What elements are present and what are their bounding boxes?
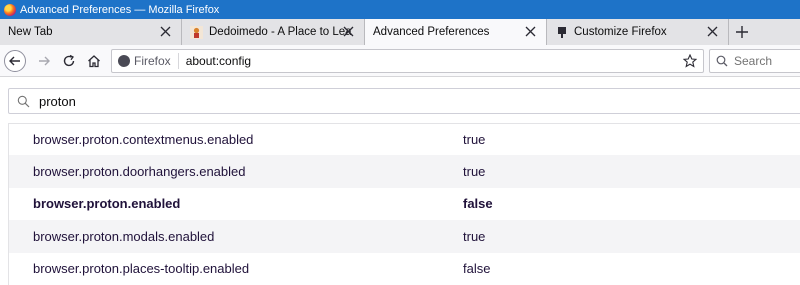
tab-advanced-preferences[interactable]: Advanced Preferences — [365, 19, 547, 45]
tab-label: New Tab — [8, 26, 53, 38]
reload-icon — [63, 54, 75, 67]
back-button[interactable] — [4, 50, 26, 72]
close-tab-icon[interactable] — [158, 24, 173, 39]
window-title: Advanced Preferences — Mozilla Firefox — [20, 3, 220, 16]
firefox-identity-icon — [118, 55, 130, 67]
config-search-value: proton — [39, 93, 76, 109]
puzzle-icon — [555, 26, 568, 39]
table-row[interactable]: browser.proton.doorhangers.enabled true — [8, 155, 800, 188]
search-icon — [716, 55, 728, 67]
table-row[interactable]: browser.proton.enabled false — [8, 187, 800, 221]
tab-customize-firefox[interactable]: Customize Firefox — [547, 19, 729, 45]
tab-strip: New Tab Dedoimedo - A Place to Learn Adv… — [0, 19, 800, 45]
identity-box[interactable]: Firefox — [112, 53, 179, 69]
url-text[interactable]: about:config — [179, 54, 251, 68]
reload-button[interactable] — [58, 50, 80, 72]
pref-value[interactable]: false — [463, 196, 493, 211]
close-tab-icon[interactable] — [705, 24, 720, 39]
tab-label: Advanced Preferences — [373, 26, 490, 38]
firefox-logo-icon — [4, 3, 16, 16]
home-icon — [88, 55, 100, 68]
identity-label: Firefox — [134, 54, 171, 68]
pref-name: browser.proton.places-tooltip.enabled — [33, 261, 250, 277]
search-bar[interactable]: Search — [709, 49, 800, 73]
window-titlebar: Advanced Preferences — Mozilla Firefox — [0, 0, 800, 19]
forward-button[interactable] — [33, 50, 55, 72]
pref-name: browser.proton.modals.enabled — [33, 228, 215, 244]
tab-dedoimedo[interactable]: Dedoimedo - A Place to Learn — [182, 19, 365, 45]
pref-value[interactable]: true — [463, 132, 485, 147]
home-button[interactable] — [83, 50, 105, 72]
table-row[interactable]: browser.proton.places-tooltip.enabled fa… — [8, 252, 800, 285]
table-row[interactable]: browser.proton.contextmenus.enabled true — [8, 123, 800, 156]
pref-name: browser.proton.enabled — [33, 196, 181, 212]
bookmark-star-icon[interactable] — [683, 54, 697, 68]
search-icon — [17, 95, 30, 107]
config-search-input[interactable]: proton — [8, 88, 800, 114]
close-tab-icon[interactable] — [523, 24, 538, 39]
preferences-table: browser.proton.contextmenus.enabled true… — [8, 123, 800, 285]
tab-label: Dedoimedo - A Place to Learn — [209, 26, 351, 38]
new-tab-button[interactable] — [729, 19, 755, 45]
address-bar[interactable]: Firefox about:config — [111, 49, 704, 73]
pref-value[interactable]: false — [463, 261, 490, 276]
tab-new-tab[interactable]: New Tab — [0, 19, 182, 45]
pref-value[interactable]: true — [463, 164, 485, 179]
pref-name: browser.proton.doorhangers.enabled — [33, 164, 246, 180]
table-row[interactable]: browser.proton.modals.enabled true — [8, 220, 800, 253]
arrow-right-icon — [39, 56, 50, 66]
tab-label: Customize Firefox — [574, 26, 667, 38]
dedoimedo-favicon-icon — [190, 25, 203, 39]
pref-value[interactable]: true — [463, 229, 485, 244]
close-tab-icon[interactable] — [341, 24, 356, 39]
navigation-toolbar: Firefox about:config Search — [0, 45, 800, 77]
arrow-left-icon — [9, 56, 20, 66]
pref-name: browser.proton.contextmenus.enabled — [33, 131, 254, 147]
plus-icon — [736, 26, 748, 38]
search-placeholder: Search — [734, 54, 773, 68]
